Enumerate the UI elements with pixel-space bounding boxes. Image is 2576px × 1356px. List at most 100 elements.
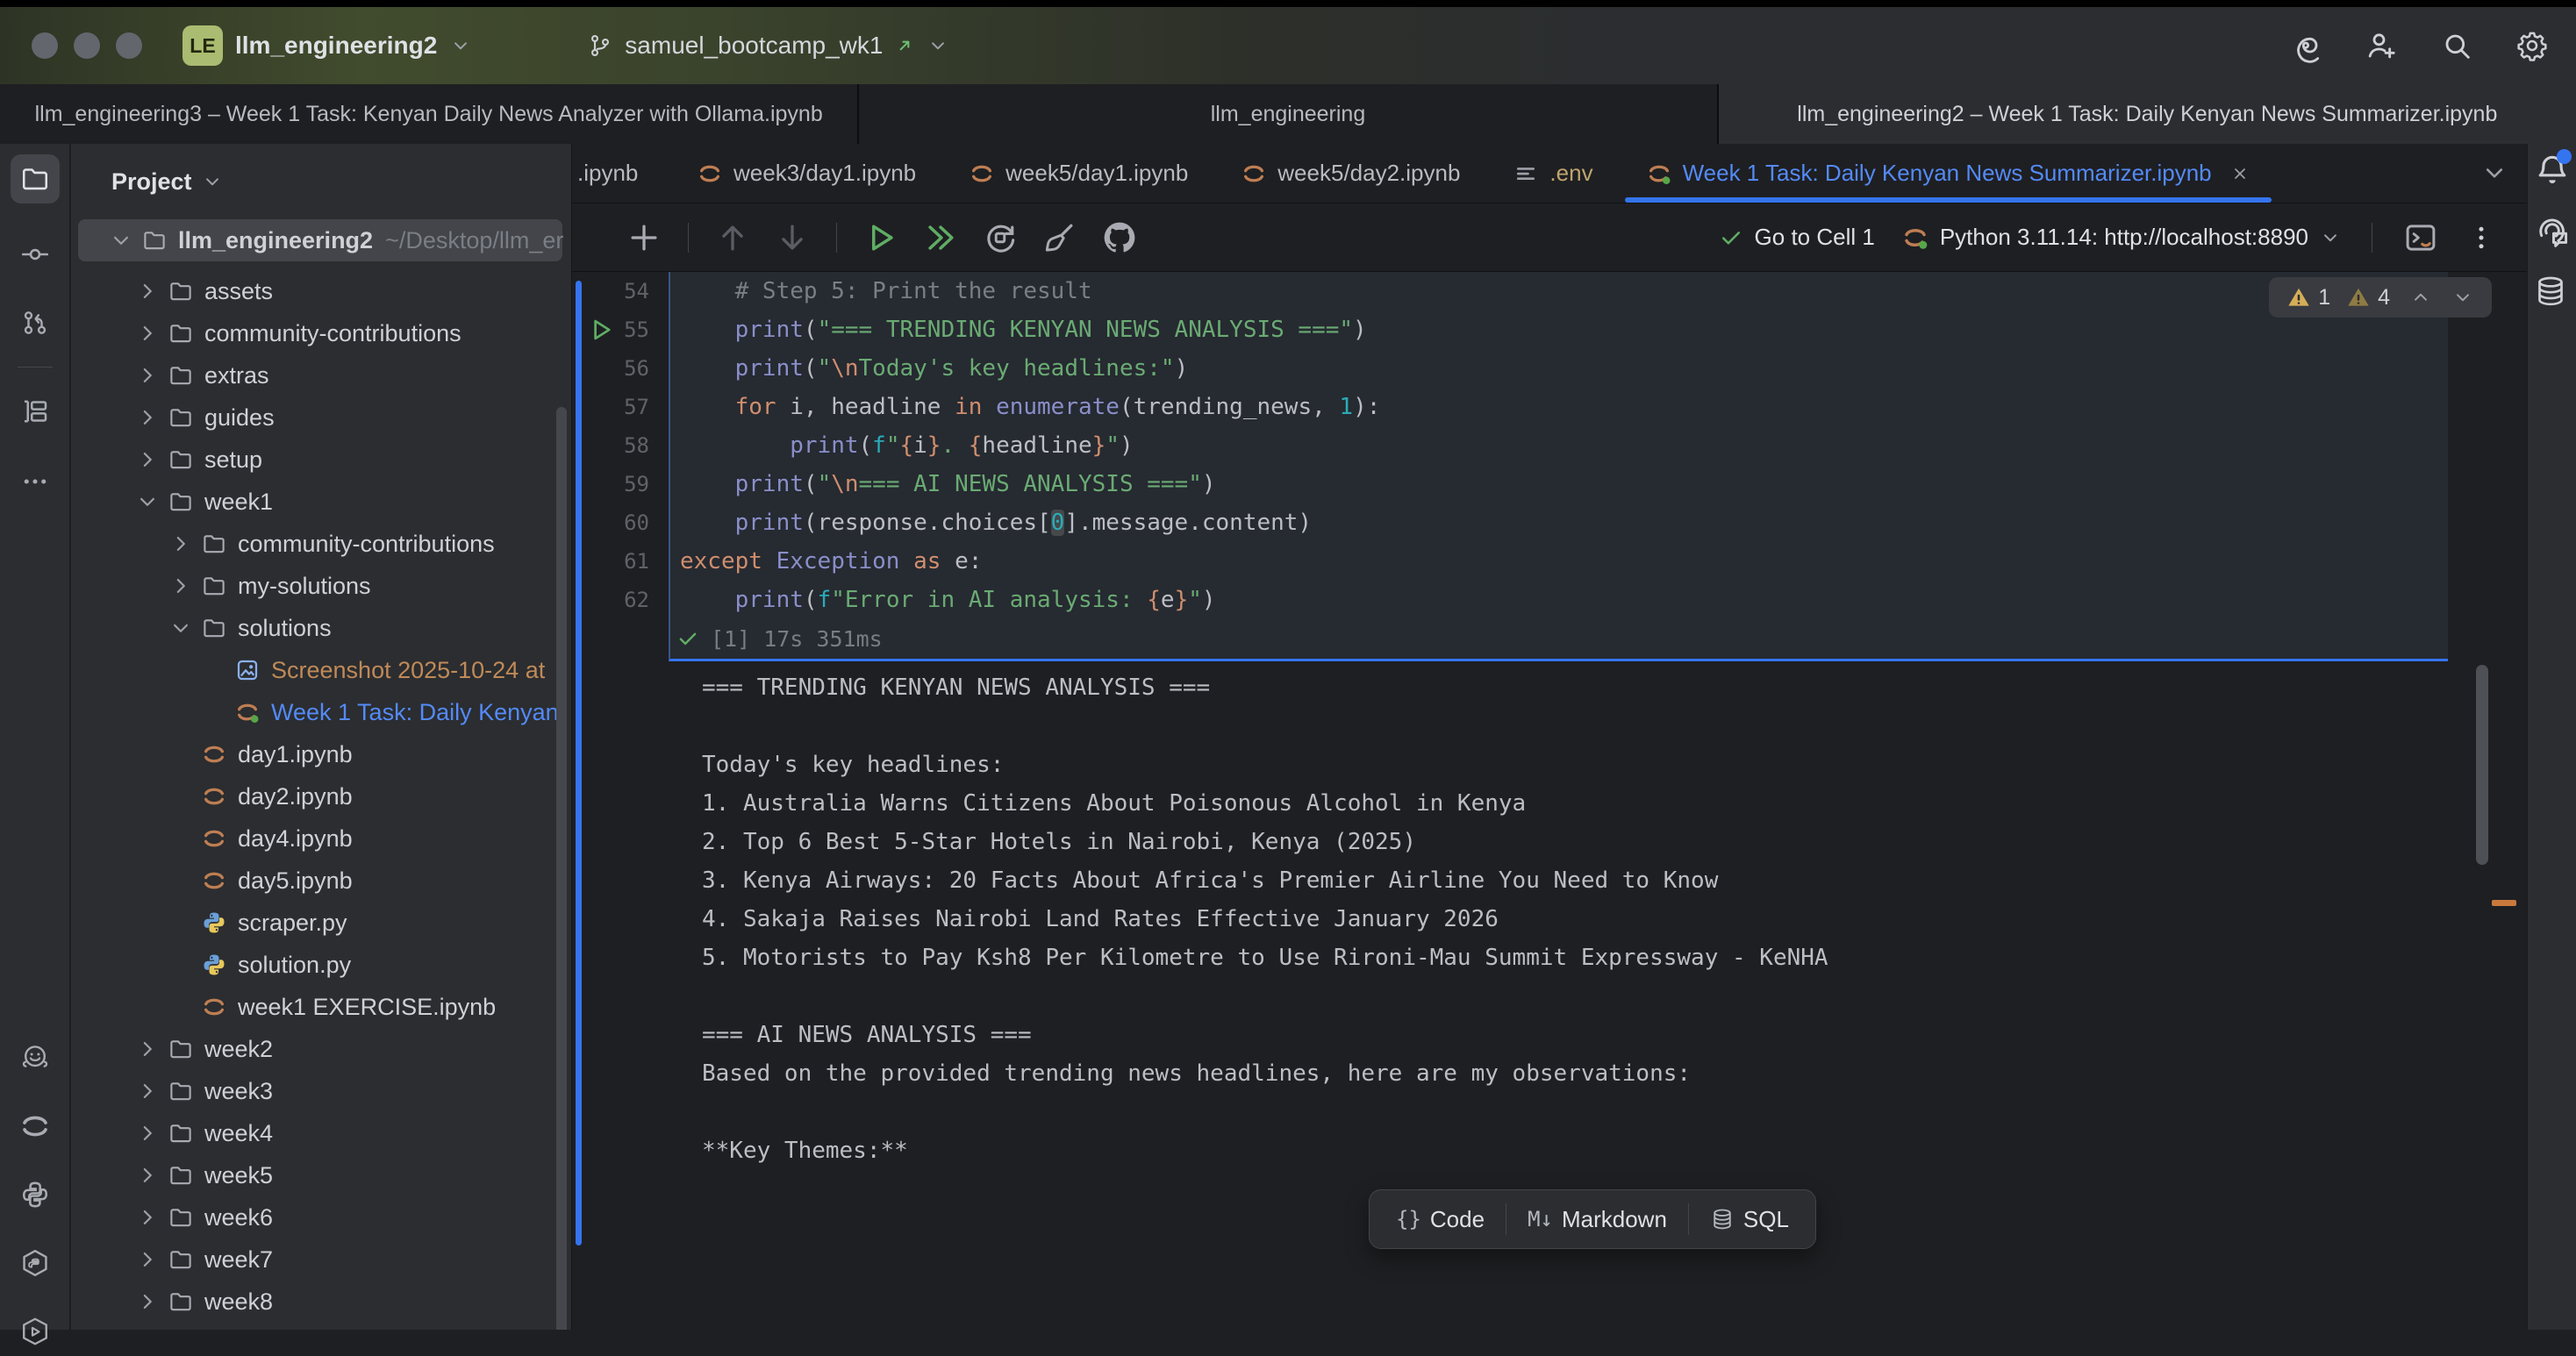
minimize-window-button[interactable]: [74, 32, 100, 59]
chevron-placeholder: [201, 699, 227, 725]
commit-tool-button[interactable]: [11, 230, 60, 279]
chevron-right-icon: [134, 320, 161, 346]
restart-kernel-button[interactable]: [981, 218, 1020, 257]
editor-tab[interactable]: week3/day1.ipynb: [670, 144, 942, 203]
window-tab[interactable]: llm_engineering3 – Week 1 Task: Kenyan D…: [0, 84, 859, 144]
editor-scrollbar-thumb[interactable]: [2476, 665, 2488, 865]
pull-requests-tool-button[interactable]: [11, 298, 60, 347]
more-tools-button[interactable]: [11, 457, 60, 506]
code-line[interactable]: 54 # Step 5: Print the result: [572, 272, 2443, 310]
settings-gear-icon[interactable]: [2515, 28, 2550, 63]
jupyter-console-icon[interactable]: [2402, 219, 2439, 256]
tree-item[interactable]: day4.ipynb: [71, 817, 571, 860]
run-all-cells-button[interactable]: [921, 218, 960, 257]
tree-item[interactable]: solutions: [71, 607, 571, 649]
run-cell-button[interactable]: [862, 218, 900, 257]
code-line[interactable]: 60 print(response.choices[0].message.con…: [572, 503, 2443, 542]
ai-actions-icon[interactable]: [2288, 28, 2323, 63]
folder-icon: [168, 1036, 194, 1062]
inspections-widget[interactable]: 1 4: [2269, 277, 2492, 318]
move-cell-up-button[interactable]: [713, 218, 752, 257]
tree-item[interactable]: week7: [71, 1238, 571, 1281]
next-problem-icon[interactable]: [2451, 286, 2474, 309]
database-tool-icon[interactable]: [2533, 274, 2572, 312]
tree-item[interactable]: extras: [71, 354, 571, 396]
previous-problem-icon[interactable]: [2409, 286, 2432, 309]
add-markdown-cell-button[interactable]: M↓ Markdown: [1506, 1190, 1688, 1248]
jupyter-tool-button[interactable]: [11, 1102, 60, 1151]
window-tab[interactable]: llm_engineering: [859, 84, 1718, 144]
tree-item[interactable]: week2: [71, 1028, 571, 1070]
structure-tool-button[interactable]: [11, 387, 60, 436]
branch-widget[interactable]: samuel_bootcamp_wk1: [586, 32, 949, 60]
code-line[interactable]: 61except Exception as e:: [572, 542, 2443, 581]
tree-item[interactable]: week1: [71, 481, 571, 523]
editor-tab[interactable]: week5/day1.ipynb: [942, 144, 1214, 203]
editor-tab[interactable]: .env: [1486, 144, 1619, 203]
tree-item[interactable]: llm_engineering2~/Desktop/llm_er: [78, 219, 562, 261]
chevron-placeholder: [168, 910, 194, 936]
code-with-me-icon[interactable]: [2364, 28, 2399, 63]
tree-item[interactable]: week3: [71, 1070, 571, 1112]
tree-item[interactable]: solution.py: [71, 944, 571, 986]
go-to-cell-button[interactable]: Go to Cell 1: [1718, 224, 1875, 251]
tree-item[interactable]: week8: [71, 1281, 571, 1323]
tree-item[interactable]: guides: [71, 396, 571, 439]
search-everywhere-icon[interactable]: [2439, 28, 2474, 63]
code-line[interactable]: 56 print("\nToday's key headlines:"): [572, 349, 2443, 388]
tree-item[interactable]: setup: [71, 439, 571, 481]
ai-assistant-icon[interactable]: [2533, 212, 2572, 251]
code-line[interactable]: 57 for i, headline in enumerate(trending…: [572, 388, 2443, 426]
tree-item[interactable]: week6: [71, 1196, 571, 1238]
code-line[interactable]: 62 print(f"Error in AI analysis: {e}"): [572, 581, 2443, 619]
editor-tab[interactable]: Week 1 Task: Daily Kenyan News Summarize…: [1620, 144, 2277, 203]
window-tab[interactable]: llm_engineering2 – Week 1 Task: Daily Ke…: [1719, 84, 2576, 144]
tree-item[interactable]: day1.ipynb: [71, 733, 571, 775]
code-lines[interactable]: 54 # Step 5: Print the result55 print("=…: [572, 272, 2443, 619]
more-options-kebab-icon[interactable]: [2465, 222, 2497, 253]
project-panel-header[interactable]: Project: [71, 144, 571, 219]
editor-tab[interactable]: week5/day2.ipynb: [1214, 144, 1486, 203]
hugging-face-tool-button[interactable]: [11, 1033, 60, 1082]
clear-outputs-button[interactable]: [1041, 218, 1079, 257]
close-window-button[interactable]: [32, 32, 58, 59]
tree-item[interactable]: week4: [71, 1112, 571, 1154]
tree-item[interactable]: Screenshot 2025-10-24 at: [71, 649, 571, 691]
close-icon[interactable]: [2229, 163, 2250, 184]
error-stripe-mark[interactable]: [2492, 900, 2516, 906]
tree-item[interactable]: day5.ipynb: [71, 860, 571, 902]
kernel-selector[interactable]: Python 3.11.14: http://localhost:8890: [1901, 224, 2342, 252]
project-tool-button[interactable]: [11, 154, 60, 203]
zoom-window-button[interactable]: [116, 32, 142, 59]
tree-item[interactable]: community-contributions: [71, 523, 571, 565]
code-line[interactable]: 58 print(f"{i}. {headline}"): [572, 426, 2443, 465]
tree-item[interactable]: community-contributions: [71, 312, 571, 354]
add-cell-button[interactable]: [625, 218, 663, 257]
hidden-tabs-chevron-icon[interactable]: [2479, 158, 2509, 188]
window-controls[interactable]: [32, 32, 142, 59]
tree-item[interactable]: day2.ipynb: [71, 775, 571, 817]
tree-item[interactable]: Week 1 Task: Daily Kenyan: [71, 691, 571, 733]
python-packages-tool-button[interactable]: [11, 1238, 60, 1288]
tree-item[interactable]: scraper.py: [71, 902, 571, 944]
code-text: except Exception as e:: [649, 548, 982, 575]
learn-tool-button[interactable]: [11, 1307, 60, 1356]
add-code-cell-button[interactable]: {} Code: [1375, 1190, 1506, 1248]
tree-item[interactable]: assets: [71, 270, 571, 312]
tree-item[interactable]: .env: [71, 1323, 571, 1330]
tree-scrollbar[interactable]: [556, 407, 567, 1330]
tree-item[interactable]: my-solutions: [71, 565, 571, 607]
move-cell-down-button[interactable]: [773, 218, 812, 257]
github-icon[interactable]: [1100, 218, 1139, 257]
project-widget[interactable]: LE llm_engineering2: [182, 25, 472, 66]
notifications-bell-icon[interactable]: [2533, 151, 2572, 189]
code-line[interactable]: 55 print("=== TRENDING KENYAN NEWS ANALY…: [572, 310, 2443, 349]
python-console-tool-button[interactable]: [11, 1170, 60, 1219]
tree-item-label: Week 1 Task: Daily Kenyan: [271, 699, 559, 726]
editor-tab[interactable]: .ipynb: [572, 144, 670, 203]
tree-item[interactable]: week1 EXERCISE.ipynb: [71, 986, 571, 1028]
tree-item[interactable]: week5: [71, 1154, 571, 1196]
add-sql-cell-button[interactable]: SQL: [1689, 1190, 1810, 1248]
tree-item-label: scraper.py: [238, 910, 347, 937]
code-line[interactable]: 59 print("\n=== AI NEWS ANALYSIS ==="): [572, 465, 2443, 503]
